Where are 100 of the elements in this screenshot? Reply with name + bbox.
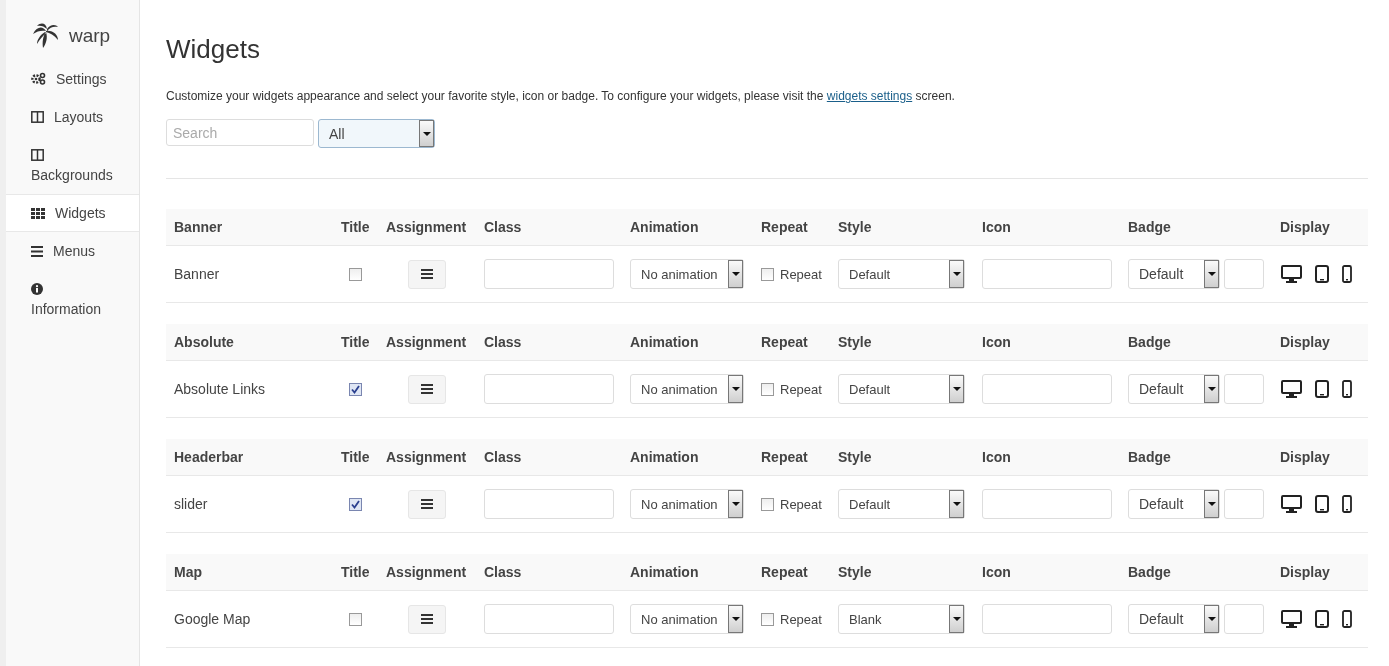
animation-select[interactable]: No animation: [630, 374, 744, 404]
tablet-icon[interactable]: [1315, 265, 1329, 283]
repeat-label: Repeat: [780, 496, 822, 512]
icon-field[interactable]: [982, 259, 1112, 289]
icon-field[interactable]: [982, 489, 1112, 519]
caret-icon: [1204, 260, 1219, 288]
group-name: Headerbar: [173, 449, 245, 465]
class-field[interactable]: [484, 374, 614, 404]
column-header: Repeat: [760, 219, 809, 235]
phone-icon[interactable]: [1342, 495, 1352, 513]
phone-icon[interactable]: [1342, 610, 1352, 628]
menu-icon: [421, 499, 433, 509]
badge-select[interactable]: Default: [1128, 604, 1220, 634]
column-header: Badge: [1127, 219, 1172, 235]
column-header: Icon: [981, 564, 1012, 580]
tablet-icon[interactable]: [1315, 610, 1329, 628]
icon-field[interactable]: [982, 604, 1112, 634]
class-field[interactable]: [484, 489, 614, 519]
sidebar-item[interactable]: Settings: [6, 60, 139, 98]
sidebar-item[interactable]: Information: [6, 270, 139, 328]
desktop-icon[interactable]: [1281, 265, 1302, 283]
badge-select[interactable]: Default: [1128, 259, 1220, 289]
sidebar-item[interactable]: Widgets: [6, 194, 139, 232]
style-select[interactable]: Default: [838, 259, 965, 289]
assignment-button[interactable]: [408, 374, 446, 404]
caret-icon: [728, 490, 743, 518]
column-header: Repeat: [760, 449, 809, 465]
animation-select[interactable]: No animation: [630, 259, 744, 289]
caret-icon: [949, 375, 964, 403]
tablet-icon[interactable]: [1315, 495, 1329, 513]
widget-name: Absolute Links: [174, 381, 266, 397]
badge-select[interactable]: Default: [1128, 489, 1220, 519]
menu-icon: [421, 384, 433, 394]
search-field[interactable]: Search: [166, 119, 314, 146]
badge-select[interactable]: Default: [1128, 374, 1220, 404]
caret-icon: [1204, 490, 1219, 518]
style-select[interactable]: Default: [838, 489, 965, 519]
description-text: Customize your widgets appearance and select your favorite style, icon or badge. To configure your widgets, please visit the widgets settings screen.: [166, 88, 956, 104]
column-header: Display: [1279, 449, 1331, 465]
animation-select[interactable]: No animation: [630, 489, 744, 519]
widget-name: slider: [174, 496, 208, 512]
column-header: Animation: [629, 564, 700, 580]
badge-text-field[interactable]: [1224, 489, 1264, 519]
column-header: Display: [1279, 334, 1331, 350]
desktop-icon[interactable]: [1281, 380, 1302, 398]
column-header: Title: [340, 564, 371, 580]
title-checkbox[interactable]: [349, 497, 362, 511]
caret-icon: [949, 490, 964, 518]
badge-text-field[interactable]: [1224, 604, 1264, 634]
column-header: Class: [483, 449, 523, 465]
widget-name: Google Map: [174, 611, 251, 627]
sidebar-item[interactable]: Layouts: [6, 98, 139, 136]
column-header: Repeat: [760, 564, 809, 580]
page-title: Widgets: [166, 33, 261, 65]
title-checkbox[interactable]: [349, 382, 362, 396]
desktop-icon[interactable]: [1281, 495, 1302, 513]
column-header: Animation: [629, 449, 700, 465]
column-header: Class: [483, 564, 523, 580]
column-header: Icon: [981, 449, 1012, 465]
group-name: Banner: [173, 219, 224, 235]
caret-icon: [728, 605, 743, 633]
sidebar-item[interactable]: Menus: [6, 232, 139, 270]
repeat-label: Repeat: [780, 381, 822, 397]
filter-select[interactable]: All: [318, 119, 435, 148]
phone-icon[interactable]: [1342, 380, 1352, 398]
desktop-icon[interactable]: [1281, 610, 1302, 628]
repeat-checkbox[interactable]: [761, 267, 774, 281]
column-header: Display: [1279, 219, 1331, 235]
column-header: Badge: [1127, 449, 1172, 465]
title-checkbox[interactable]: [349, 612, 362, 626]
info-icon: [31, 283, 43, 295]
assignment-button[interactable]: [408, 259, 446, 289]
title-checkbox[interactable]: [349, 267, 362, 281]
widget-name: Banner: [174, 266, 220, 282]
animation-select[interactable]: No animation: [630, 604, 744, 634]
column-header: Title: [340, 334, 371, 350]
caret-icon: [949, 260, 964, 288]
class-field[interactable]: [484, 259, 614, 289]
column-header: Style: [837, 564, 873, 580]
repeat-checkbox[interactable]: [761, 497, 774, 511]
leaf-logo-icon: [31, 22, 61, 50]
badge-text-field[interactable]: [1224, 259, 1264, 289]
repeat-checkbox[interactable]: [761, 382, 774, 396]
style-select[interactable]: Default: [838, 374, 965, 404]
widgets-settings-link[interactable]: widgets settings: [826, 89, 913, 103]
sidebar-item[interactable]: Backgrounds: [6, 136, 139, 194]
phone-icon[interactable]: [1342, 265, 1352, 283]
column-header: Animation: [629, 219, 700, 235]
menu-icon: [421, 269, 433, 279]
assignment-button[interactable]: [408, 489, 446, 519]
class-field[interactable]: [484, 604, 614, 634]
tablet-icon[interactable]: [1315, 380, 1329, 398]
badge-text-field[interactable]: [1224, 374, 1264, 404]
assignment-button[interactable]: [408, 604, 446, 634]
repeat-checkbox[interactable]: [761, 612, 774, 626]
icon-field[interactable]: [982, 374, 1112, 404]
column-header: Title: [340, 449, 371, 465]
caret-icon: [949, 605, 964, 633]
style-select[interactable]: Blank: [838, 604, 965, 634]
caret-icon: [728, 375, 743, 403]
